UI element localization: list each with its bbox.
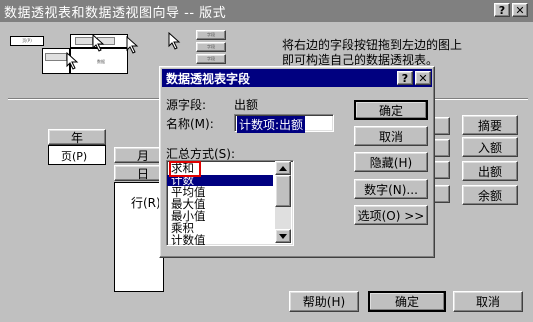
source-field-value: 出额: [234, 98, 259, 112]
dialog-close-button[interactable]: ✕: [415, 71, 431, 85]
cursor-arrow-icon: [66, 52, 79, 70]
field-dialog: 数据透视表字段 ? ✕ 源字段: 出额 名称(M): 计数项:出额 汇总方式(S…: [159, 66, 435, 258]
dialog-cancel-button[interactable]: 取消: [354, 126, 428, 146]
row-drop-area[interactable]: 行(R): [114, 182, 164, 292]
field-expense-button[interactable]: 出额: [462, 161, 518, 181]
mini-field-button: 字段: [196, 30, 226, 40]
cursor-arrow-icon: [126, 36, 139, 54]
preview-page-field: 页(P): [10, 36, 44, 46]
dialog-help-button[interactable]: ?: [397, 71, 413, 85]
layout-preview: 页(P) 数据: [6, 28, 166, 88]
list-scrollbar[interactable]: [275, 161, 291, 243]
highlight-box: [169, 161, 201, 177]
dialog-hide-button[interactable]: 隐藏(H): [354, 152, 428, 172]
page-area-label: 页(P): [61, 150, 88, 163]
field-summary-button[interactable]: 摘要: [462, 115, 518, 135]
wizard-title-bar: 数据透视表和数据透视图向导 -- 版式: [0, 0, 533, 22]
mini-field-button: 字段: [196, 54, 226, 64]
scroll-up-button[interactable]: [275, 161, 291, 175]
dialog-options-button[interactable]: 选项(O) >>: [354, 205, 428, 225]
name-input[interactable]: 计数项:出额: [234, 114, 334, 133]
dialog-number-button[interactable]: 数字(N)...: [354, 179, 428, 199]
mini-field-stack: 字段 字段 字段: [192, 28, 232, 68]
wizard-ok-button[interactable]: 确定: [368, 291, 446, 312]
arrow-down-icon: [279, 233, 287, 239]
row-area-label: 行(R): [131, 196, 161, 210]
wizard-close-button[interactable]: ✕: [512, 3, 528, 17]
dialog-title: 数据透视表字段: [166, 71, 251, 86]
name-input-value: 计数项:出额: [237, 116, 306, 133]
field-balance-button[interactable]: 余额: [462, 185, 518, 205]
name-field-label: 名称(M):: [166, 117, 214, 131]
preview-data-label: 数据: [97, 59, 105, 64]
scroll-thumb[interactable]: [275, 175, 291, 207]
cursor-arrow-icon: [92, 34, 105, 52]
wizard-title: 数据透视表和数据透视图向导 -- 版式: [4, 5, 227, 21]
dialog-ok-button[interactable]: 确定: [354, 100, 428, 120]
mini-field-button: 字段: [196, 42, 226, 52]
arrow-up-icon: [279, 165, 287, 171]
scroll-down-button[interactable]: [275, 229, 291, 243]
preview-page-label: 页(P): [22, 38, 32, 43]
instructions: 将右边的字段按钮拖到左边的图上 即可构造自己的数据透视表。: [282, 38, 482, 68]
source-field-label: 源字段:: [166, 98, 207, 112]
dialog-title-bar: 数据透视表字段: [162, 69, 432, 87]
wizard-help-bottom-button[interactable]: 帮助(H): [289, 291, 359, 312]
summarize-listbox[interactable]: 求和 计数 平均值 最大值 最小值 乘积 计数值: [166, 160, 294, 246]
cursor-arrow-icon: [168, 32, 181, 50]
field-year-button[interactable]: 年: [48, 129, 106, 145]
field-income-button[interactable]: 入额: [462, 137, 518, 157]
instruction-line-1: 将右边的字段按钮拖到左边的图上: [282, 38, 463, 52]
wizard-cancel-button[interactable]: 取消: [453, 291, 523, 312]
wizard-help-button[interactable]: ?: [494, 3, 510, 17]
page-drop-area[interactable]: 页(P): [48, 145, 106, 165]
